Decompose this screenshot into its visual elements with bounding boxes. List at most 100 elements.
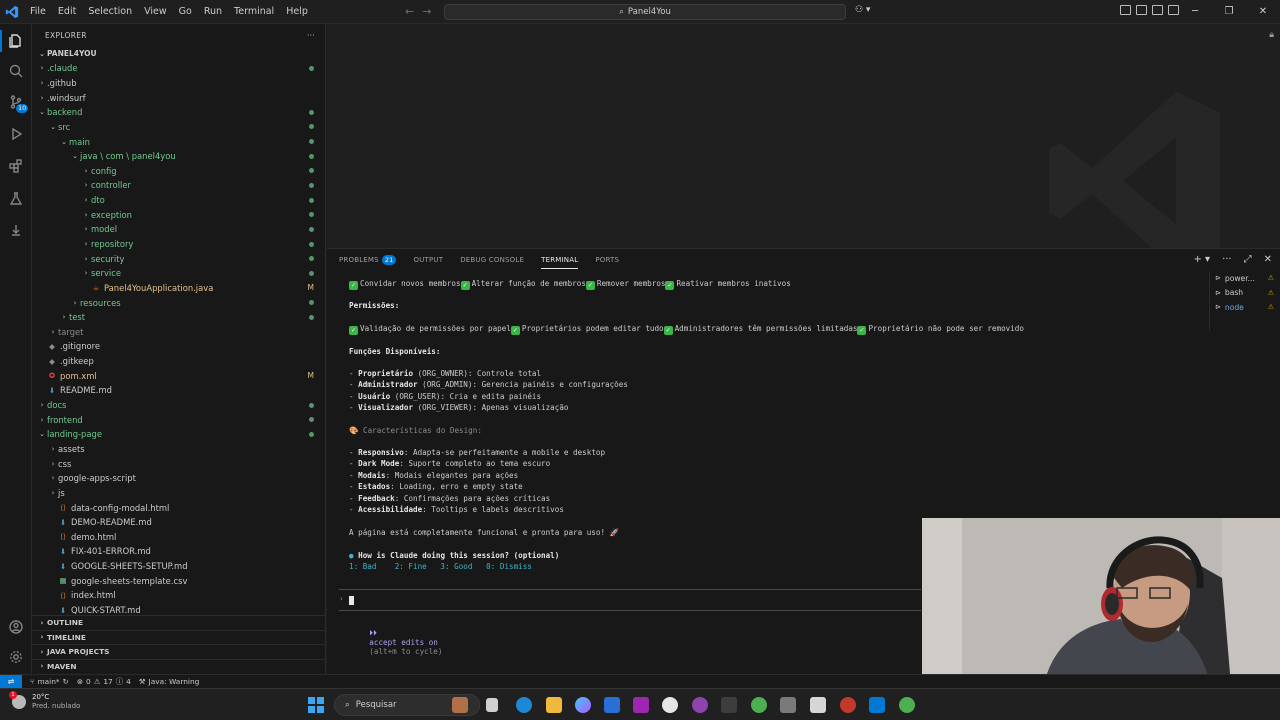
tree-folder[interactable]: › controller (32, 178, 325, 193)
extensions-icon[interactable] (0, 151, 32, 181)
tree-file[interactable]: ▦ google-sheets-template.csv (32, 573, 325, 588)
restore-icon[interactable]: ❐ (1212, 0, 1246, 24)
back-arrow-icon[interactable]: ← (405, 0, 414, 24)
tree-folder[interactable]: › target (32, 325, 325, 340)
menu-item-go[interactable]: Go (173, 0, 198, 24)
tree-file[interactable]: ◆ .gitkeep (32, 354, 325, 369)
tree-folder[interactable]: ⌄ java \ com \ panel4you (32, 149, 325, 164)
settings-gear-icon[interactable] (0, 642, 32, 672)
close-panel-icon[interactable]: ✕ (1264, 254, 1272, 265)
tree-file[interactable]: ⬇ GOOGLE-SHEETS-SETUP.md (32, 559, 325, 574)
tree-file[interactable]: ⟨⟩ data-config-modal.html (32, 500, 325, 515)
tree-folder[interactable]: › security (32, 251, 325, 266)
toggle-secondary-sidebar-icon[interactable] (1152, 5, 1163, 15)
section-maven[interactable]: › MAVEN (32, 658, 325, 674)
tree-folder[interactable]: › dto (32, 193, 325, 208)
tree-folder[interactable]: › google-apps-script (32, 471, 325, 486)
source-control-icon[interactable]: 10 (0, 87, 32, 117)
tree-folder[interactable]: › frontend (32, 412, 325, 427)
toggle-sidebar-icon[interactable] (1120, 5, 1131, 15)
forward-arrow-icon[interactable]: → (422, 0, 431, 24)
section-java-projects[interactable]: › JAVA PROJECTS (32, 644, 325, 659)
tree-folder[interactable]: › .github (32, 76, 325, 91)
app-icon[interactable] (721, 697, 737, 713)
tree-folder[interactable]: › css (32, 456, 325, 471)
start-button-icon[interactable] (308, 697, 324, 713)
tree-folder[interactable]: ⌄ landing-page (32, 427, 325, 442)
more-actions-icon[interactable]: ··· (1222, 254, 1232, 265)
task-view-icon[interactable] (486, 698, 498, 712)
branch-indicator[interactable]: ⑂ main* ↻ (30, 677, 69, 686)
tree-folder[interactable]: › exception (32, 207, 325, 222)
terminal-instance[interactable]: ⊳ power... ⚠ (1210, 271, 1280, 286)
explorer-icon[interactable] (0, 26, 32, 56)
remote-indicator-icon[interactable]: ⇌ (0, 674, 22, 689)
remote-explorer-icon[interactable] (0, 216, 32, 246)
tree-file[interactable]: 🞉 pom.xml M (32, 368, 325, 383)
search-icon[interactable] (0, 56, 32, 86)
tree-folder[interactable]: › test (32, 310, 325, 325)
maximize-panel-icon[interactable]: ⤢ (1244, 254, 1252, 265)
tree-folder[interactable]: ⌄ backend (32, 105, 325, 120)
menu-item-terminal[interactable]: Terminal (228, 0, 280, 24)
run-debug-icon[interactable] (0, 119, 32, 149)
app-icon[interactable] (452, 697, 468, 713)
tree-folder[interactable]: › docs (32, 398, 325, 413)
store-icon[interactable] (604, 697, 620, 713)
tree-folder[interactable]: › .claude (32, 61, 325, 76)
java-status[interactable]: ⚒ Java: Warning (139, 677, 199, 686)
account-icon[interactable] (0, 612, 32, 642)
github-icon[interactable] (662, 697, 678, 713)
lock-icon[interactable]: 🔒︎ (1269, 30, 1274, 40)
edge-browser-icon[interactable] (516, 697, 532, 713)
terminal-instance[interactable]: ⊳ node ⚠ (1210, 300, 1280, 315)
new-terminal-icon[interactable]: + ▾ (1193, 254, 1210, 265)
tree-folder[interactable]: › config (32, 163, 325, 178)
copilot-icon[interactable]: ⚇ ▾ (855, 5, 870, 15)
file-explorer-icon[interactable] (546, 697, 562, 713)
section-outline[interactable]: › OUTLINE (32, 615, 325, 630)
tree-folder[interactable]: › service (32, 266, 325, 281)
menu-item-edit[interactable]: Edit (52, 0, 82, 24)
app-icon[interactable] (692, 697, 708, 713)
testing-icon[interactable] (0, 184, 32, 214)
tree-file[interactable]: ☕ Panel4YouApplication.java M (32, 281, 325, 296)
toggle-panel-icon[interactable] (1136, 5, 1147, 15)
weather-widget[interactable]: 1 20°C Pred. nublado (9, 691, 80, 711)
tree-file[interactable]: ⟨⟩ index.html (32, 588, 325, 603)
tab-output[interactable]: OUTPUT (413, 249, 443, 271)
prompt-input[interactable]: › (339, 589, 921, 611)
chrome-icon[interactable] (751, 697, 767, 713)
minimize-icon[interactable]: ─ (1178, 0, 1212, 24)
tree-folder[interactable]: › resources (32, 295, 325, 310)
tree-file[interactable]: ⬇ README.md (32, 383, 325, 398)
command-center-search[interactable]: ⌕ Panel4You (444, 4, 846, 20)
terminal-instance[interactable]: ⊳ bash ⚠ (1210, 286, 1280, 301)
tree-folder[interactable]: › js (32, 486, 325, 501)
app-icon[interactable] (810, 697, 826, 713)
menu-item-run[interactable]: Run (198, 0, 228, 24)
feedback-options[interactable]: 1: Bad 2: Fine 3: Good 0: Dismiss (349, 562, 532, 571)
tab-debug-console[interactable]: DEBUG CONSOLE (460, 249, 524, 271)
tree-file[interactable]: ⬇ DEMO-README.md (32, 515, 325, 530)
section-timeline[interactable]: › TIMELINE (32, 629, 325, 645)
chrome-icon[interactable] (899, 697, 915, 713)
menu-item-help[interactable]: Help (280, 0, 314, 24)
menu-item-selection[interactable]: Selection (82, 0, 138, 24)
vscode-taskbar-icon[interactable] (869, 697, 885, 713)
menu-item-file[interactable]: File (24, 0, 52, 24)
tab-ports[interactable]: PORTS (595, 249, 619, 271)
copilot-app-icon[interactable] (575, 697, 591, 713)
menu-item-view[interactable]: View (138, 0, 173, 24)
tree-folder[interactable]: › model (32, 222, 325, 237)
tab-terminal[interactable]: TERMINAL (541, 249, 579, 271)
tree-file[interactable]: ⬇ FIX-401-ERROR.md (32, 544, 325, 559)
app-icon[interactable] (840, 697, 856, 713)
tree-file[interactable]: ◆ .gitignore (32, 339, 325, 354)
tree-folder[interactable]: › .windsurf (32, 90, 325, 105)
project-root[interactable]: ⌄ PANEL4YOU (32, 46, 325, 61)
tree-file[interactable]: ⟨⟩ demo.html (32, 530, 325, 545)
tree-folder[interactable]: ⌄ main (32, 134, 325, 149)
more-actions-icon[interactable]: ··· (307, 31, 315, 40)
tree-folder[interactable]: › repository (32, 237, 325, 252)
